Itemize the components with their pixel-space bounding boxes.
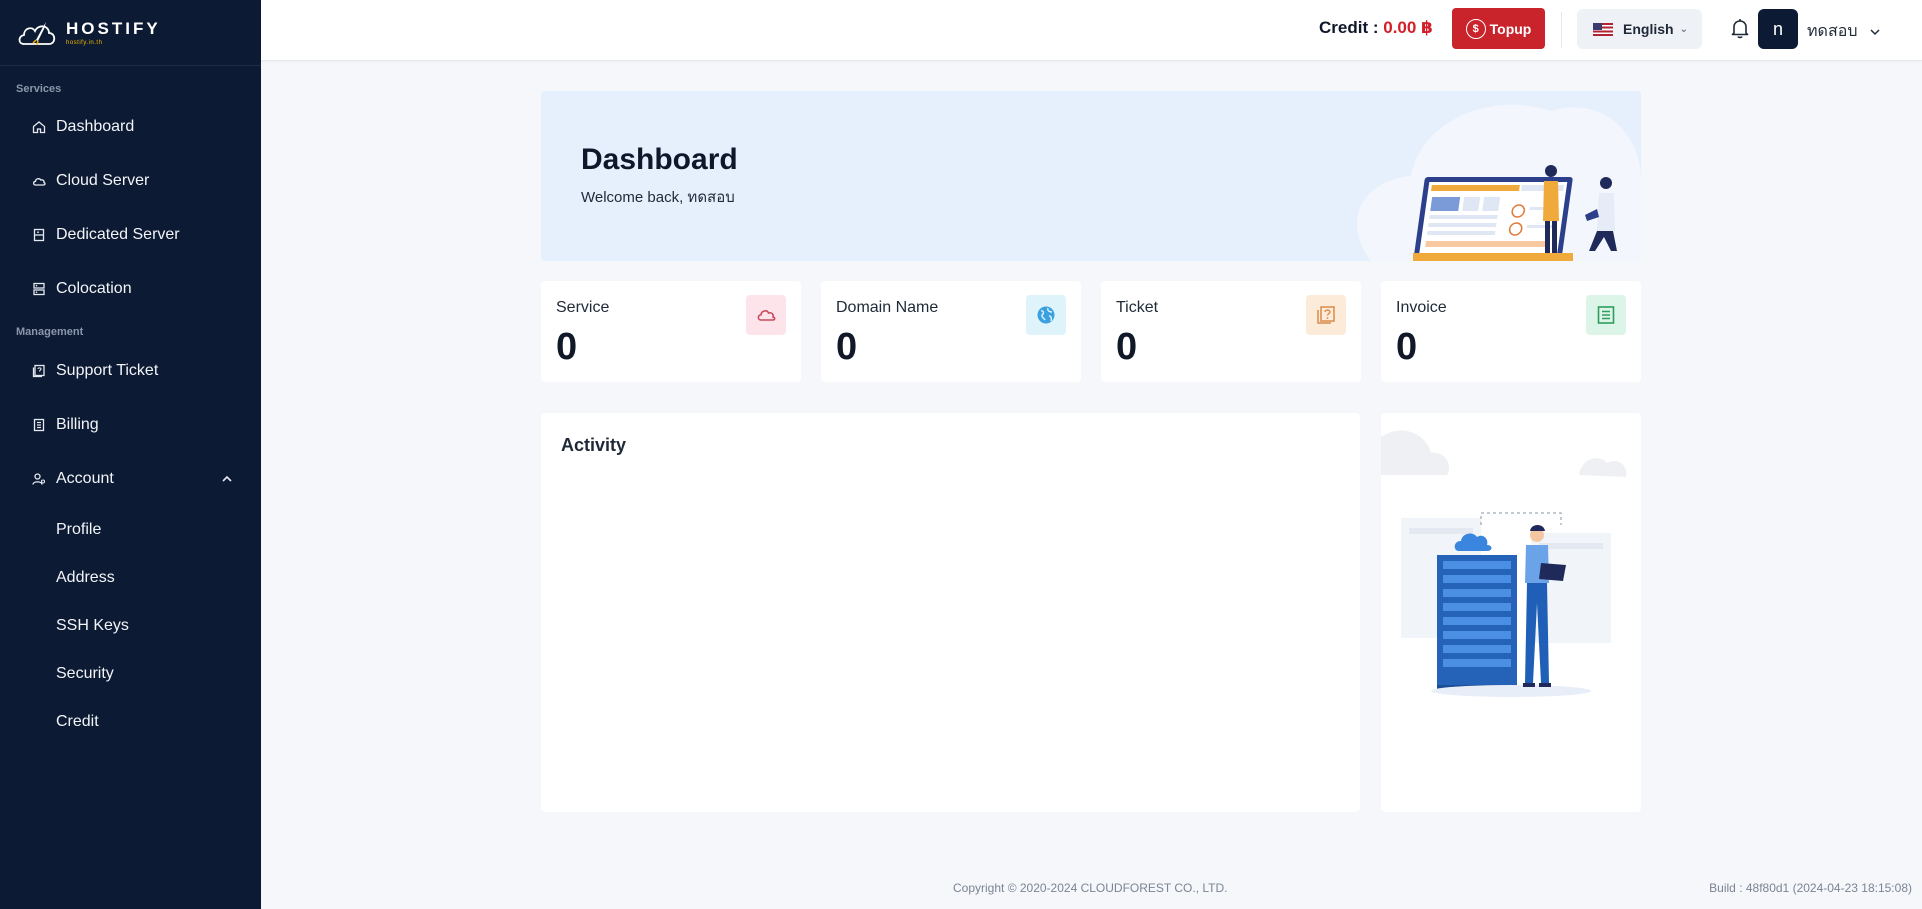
sidebar-subitem-profile[interactable]: Profile (0, 506, 261, 554)
sidebar-item-dedicated-server[interactable]: Dedicated Server (0, 208, 261, 262)
sidebar-subitem-address[interactable]: Address (0, 554, 261, 602)
sidebar-item-colocation[interactable]: Colocation (0, 262, 261, 316)
sidebar-nav-services: Dashboard Cloud Server Dedicated Server … (0, 100, 261, 316)
avatar[interactable]: n (1758, 9, 1798, 49)
brand[interactable]: HOSTIFY hostify.in.th (0, 0, 261, 66)
cloud-icon (746, 295, 786, 335)
page-title: Dashboard (581, 143, 738, 176)
laptop-team-illustration (1356, 104, 1641, 261)
stat-card-ticket[interactable]: Ticket 0 (1101, 281, 1361, 382)
cloud-icon (32, 174, 46, 188)
brand-name: HOSTIFY (66, 18, 161, 38)
sidebar: HOSTIFY hostify.in.th Services Dashboard… (0, 0, 261, 909)
stat-value: 0 (556, 326, 578, 368)
username: ทดสอบ (1807, 23, 1858, 40)
server-icon (32, 228, 46, 242)
us-flag-icon (1593, 22, 1613, 36)
globe-icon (1026, 295, 1066, 335)
user-menu[interactable]: ทดสอบ (1807, 19, 1881, 44)
topup-button[interactable]: $ Topup (1452, 8, 1545, 49)
topup-label: Topup (1489, 20, 1532, 37)
sidebar-item-label: Support Ticket (56, 362, 159, 379)
header-divider (1561, 12, 1562, 48)
billing-icon (32, 418, 46, 432)
section-label-management: Management (16, 326, 84, 338)
sidebar-nav-management: Support Ticket Billing Account Profile A… (0, 344, 261, 746)
language-selector[interactable]: English ⌄ (1577, 9, 1702, 49)
activity-panel: Activity (541, 413, 1360, 812)
rack-icon (32, 282, 46, 296)
stat-card-invoice[interactable]: Invoice 0 (1381, 281, 1641, 382)
invoice-icon (1586, 295, 1626, 335)
bell-icon[interactable] (1728, 16, 1752, 40)
sidebar-item-billing[interactable]: Billing (0, 398, 261, 452)
section-label-services: Services (16, 83, 62, 95)
sidebar-subitem-credit[interactable]: Credit (0, 698, 261, 746)
home-icon (32, 120, 46, 134)
sidebar-item-label: Dedicated Server (56, 226, 180, 243)
server-engineer-illustration (1381, 430, 1627, 697)
top-header: Credit : 0.00 ฿ $ Topup English ⌄ n ทดสอ… (261, 0, 1922, 61)
sidebar-subitem-ssh-keys[interactable]: SSH Keys (0, 602, 261, 650)
chevron-down-icon: ⌄ (1679, 23, 1688, 35)
sidebar-item-label: Colocation (56, 280, 132, 297)
welcome-message: Welcome back, ทดสอบ (581, 189, 735, 206)
stat-label: Invoice (1396, 299, 1447, 316)
stat-label: Ticket (1116, 299, 1159, 316)
credit-amount: 0.00 ฿ (1383, 18, 1433, 37)
help-ticket-icon (1306, 295, 1346, 335)
sidebar-item-label: Billing (56, 416, 99, 433)
sidebar-item-account[interactable]: Account (0, 452, 261, 506)
server-illustration-panel (1381, 413, 1641, 812)
footer-build-info: Build : 48f80d1 (2024-04-23 18:15:08) (1709, 881, 1912, 895)
stat-value: 0 (836, 326, 858, 368)
brand-sub: hostify.in.th (66, 39, 103, 46)
sidebar-item-label: Cloud Server (56, 172, 150, 189)
sidebar-item-label: Dashboard (56, 118, 135, 135)
stat-value: 0 (1116, 326, 1138, 368)
sidebar-item-dashboard[interactable]: Dashboard (0, 100, 261, 154)
footer-copyright: Copyright © 2020-2024 CLOUDFOREST CO., L… (953, 881, 1228, 895)
sidebar-subitem-security[interactable]: Security (0, 650, 261, 698)
stat-card-domain[interactable]: Domain Name 0 (821, 281, 1081, 382)
sidebar-item-support-ticket[interactable]: Support Ticket (0, 344, 261, 398)
chevron-up-icon[interactable] (221, 473, 233, 485)
coin-icon: $ (1465, 18, 1486, 39)
dashboard-hero: Dashboard Welcome back, ทดสอบ (541, 91, 1641, 261)
account-icon (32, 472, 46, 486)
sidebar-item-label: Account (56, 470, 114, 487)
account-submenu: Profile Address SSH Keys Security Credit (0, 506, 261, 746)
stat-label: Service (556, 299, 610, 316)
language-label: English (1623, 21, 1674, 37)
ticket-icon (32, 364, 46, 378)
credit-balance: Credit : 0.00 ฿ (1319, 18, 1433, 38)
sidebar-item-cloud-server[interactable]: Cloud Server (0, 154, 261, 208)
chevron-down-icon (1870, 28, 1880, 35)
activity-title: Activity (561, 435, 627, 455)
rocket-cloud-logo-icon (18, 21, 56, 45)
stat-label: Domain Name (836, 299, 939, 316)
stat-card-service[interactable]: Service 0 (541, 281, 801, 382)
credit-label: Credit : (1319, 18, 1384, 37)
stat-value: 0 (1396, 326, 1418, 368)
